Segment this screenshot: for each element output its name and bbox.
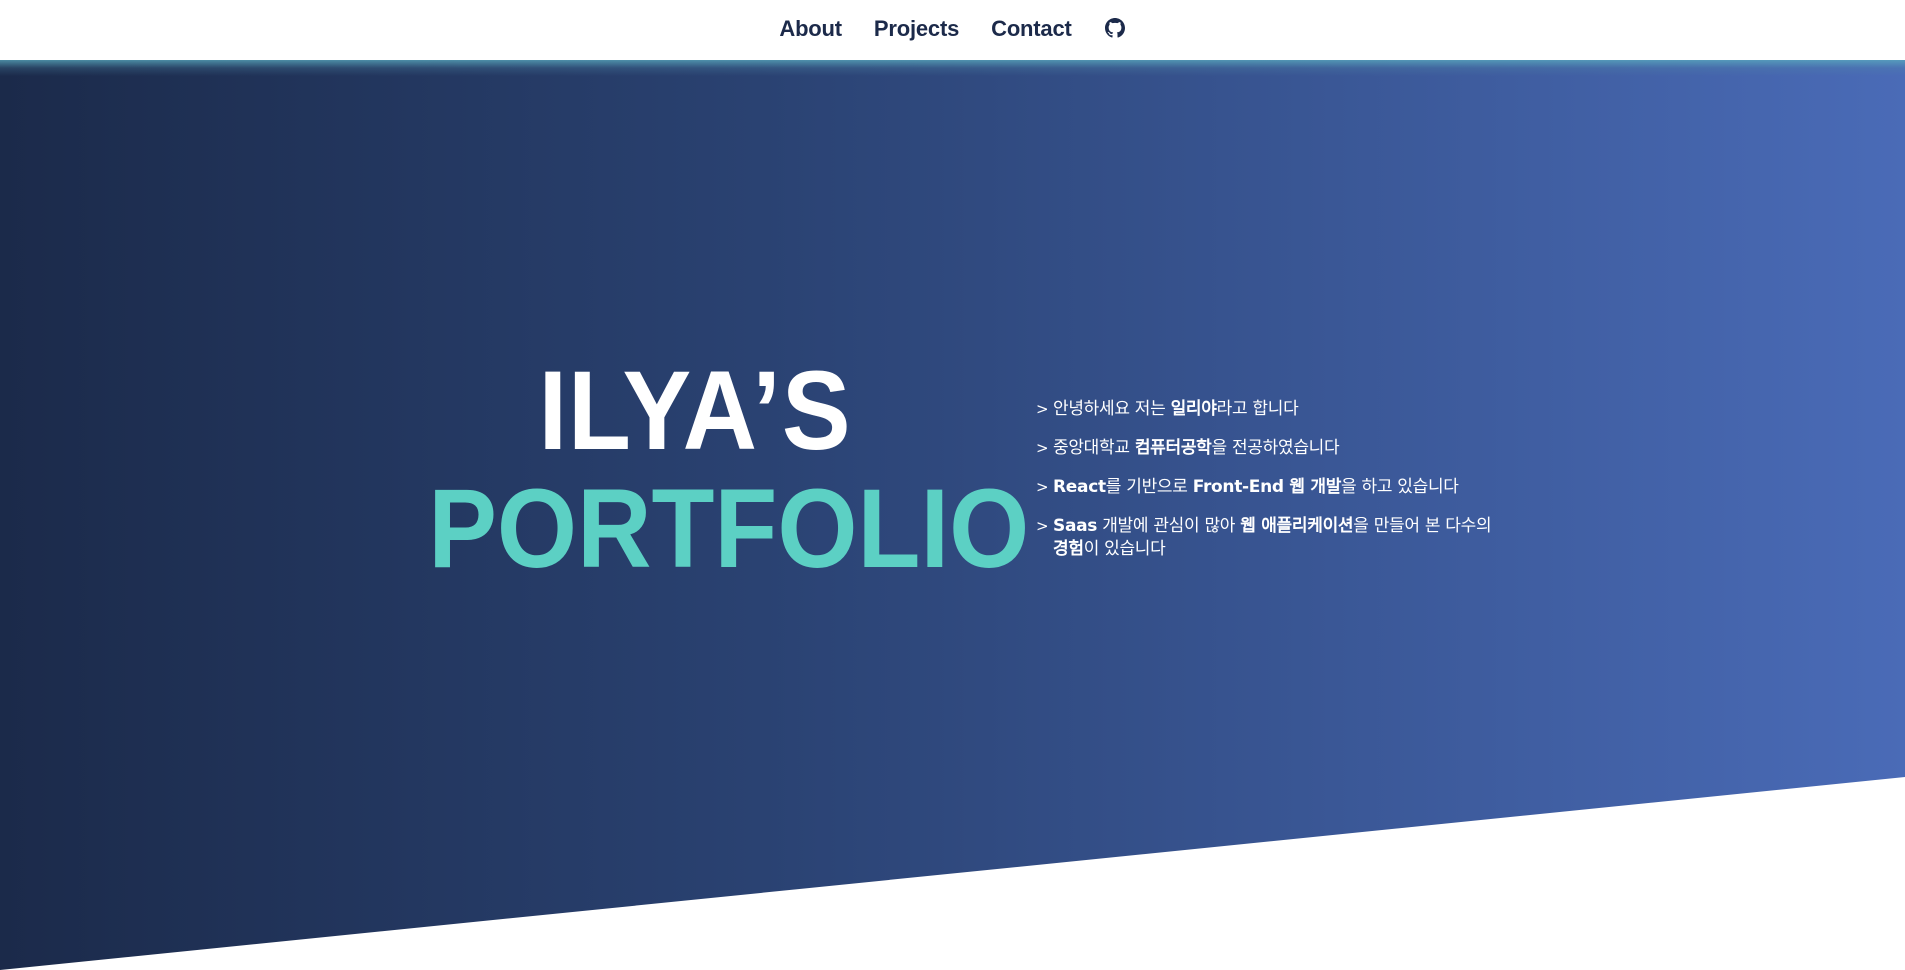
chevron-right-icon: >: [1036, 400, 1049, 418]
github-icon[interactable]: [1104, 17, 1126, 39]
intro-text: 중앙대학교 컴퓨터공학을 전공하였습니다: [1053, 438, 1340, 458]
intro-item: > 안녕하세요 저는 일리야라고 합니다: [1036, 398, 1506, 421]
intro-item: > Saas 개발에 관심이 많아 웹 애플리케이션을 만들어 본 다수의 경험…: [1036, 515, 1506, 561]
intro-text: Saas 개발에 관심이 많아 웹 애플리케이션을 만들어 본 다수의 경험이 …: [1053, 516, 1492, 559]
chevron-right-icon: >: [1036, 478, 1049, 496]
hero-title-line1: ILYA’S: [538, 348, 852, 473]
intro-list: > 안녕하세요 저는 일리야라고 합니다 > 중앙대학교 컴퓨터공학을 전공하였…: [1036, 398, 1506, 577]
nav-contact-link[interactable]: Contact: [991, 16, 1072, 42]
chevron-right-icon: >: [1036, 517, 1049, 535]
hero-section: ILYA’S PORTFOLIO > 안녕하세요 저는 일리야라고 합니다 > …: [0, 60, 1905, 970]
intro-text: React를 기반으로 Front-End 웹 개발을 하고 있습니다: [1053, 477, 1459, 497]
intro-item: > React를 기반으로 Front-End 웹 개발을 하고 있습니다: [1036, 476, 1506, 499]
intro-item: > 중앙대학교 컴퓨터공학을 전공하였습니다: [1036, 437, 1506, 460]
hero-title-line2: PORTFOLIO: [428, 466, 1030, 591]
nav-about-link[interactable]: About: [779, 16, 842, 42]
hero-top-glow: [0, 60, 1905, 76]
hero-title: ILYA’S PORTFOLIO: [405, 348, 1030, 591]
intro-text: 안녕하세요 저는 일리야라고 합니다: [1053, 399, 1299, 419]
nav-projects-link[interactable]: Projects: [874, 16, 959, 42]
top-navbar: About Projects Contact: [0, 0, 1905, 60]
chevron-right-icon: >: [1036, 439, 1049, 457]
